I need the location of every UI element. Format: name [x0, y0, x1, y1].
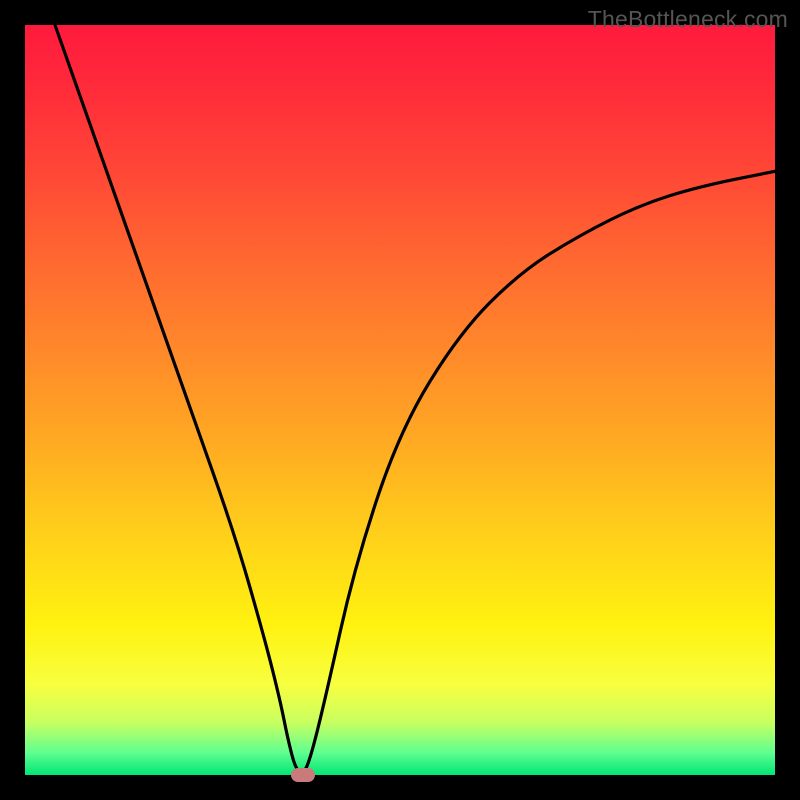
optimal-marker — [291, 768, 315, 782]
plot-area — [25, 25, 775, 775]
bottleneck-curve — [25, 25, 775, 775]
watermark-text: TheBottleneck.com — [588, 6, 788, 33]
chart-frame: TheBottleneck.com — [0, 0, 800, 800]
